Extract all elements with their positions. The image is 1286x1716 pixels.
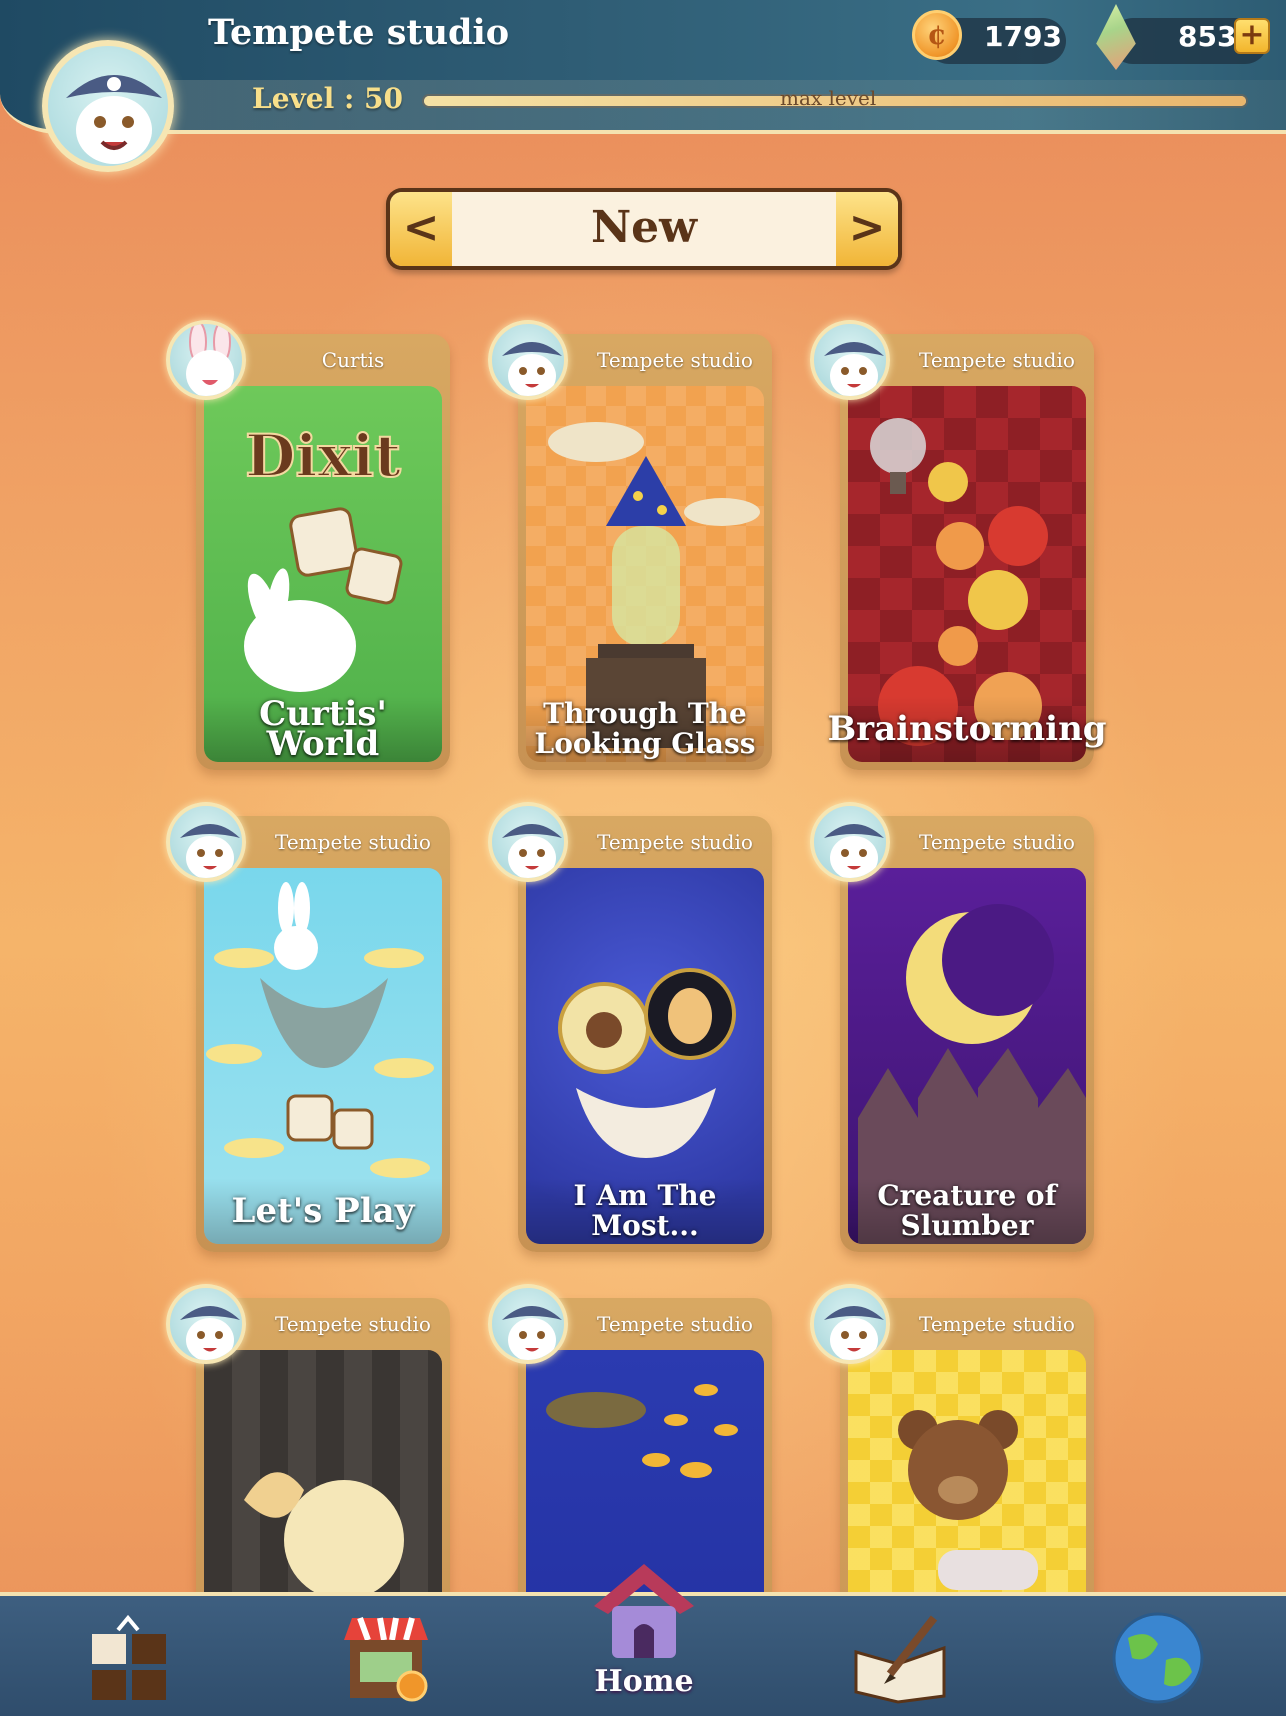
- player-name: Tempete studio: [208, 12, 510, 53]
- card-title: Creature of Slumber: [848, 1178, 1086, 1244]
- category-selector: < New >: [386, 188, 902, 270]
- coin-icon: ¢: [912, 10, 962, 60]
- next-category-button[interactable]: >: [836, 192, 898, 266]
- author-avatar: [488, 1284, 568, 1364]
- max-level-label: max level: [780, 86, 877, 110]
- player-level: Level : 50: [252, 82, 404, 115]
- author-avatar: [488, 320, 568, 400]
- journal-icon[interactable]: [850, 1612, 950, 1708]
- author-avatar: [166, 802, 246, 882]
- card-title: Curtis' World: [204, 696, 442, 762]
- profile-header: [0, 0, 1286, 134]
- author-avatar: [810, 1284, 890, 1364]
- home-label: Home: [594, 1664, 694, 1699]
- card-i-am-the-most[interactable]: Tempete studio I Am The Most...: [488, 802, 772, 1252]
- buy-gems-button[interactable]: +: [1234, 18, 1270, 54]
- card-brainstorming[interactable]: Tempete studio Brainstorming: [810, 320, 1107, 770]
- coins-value: 1793: [984, 20, 1062, 53]
- card-title: Brainstorming: [827, 696, 1107, 762]
- card-title: I Am The Most...: [526, 1178, 764, 1244]
- previous-category-button[interactable]: <: [390, 192, 452, 266]
- author-avatar: [488, 802, 568, 882]
- card-curtis-world[interactable]: Curtis Dixit Curtis' World: [166, 320, 450, 770]
- player-avatar[interactable]: [42, 40, 174, 172]
- home-icon[interactable]: [584, 1556, 704, 1670]
- pirate-cat-avatar-icon: [66, 75, 162, 164]
- author-avatar: [166, 1284, 246, 1364]
- curtis-bunny-avatar: [166, 320, 246, 400]
- card-lets-play[interactable]: Tempete studio Let's Play: [166, 802, 450, 1252]
- author-avatar: [810, 320, 890, 400]
- card-title: Through The Looking Glass: [526, 696, 764, 762]
- globe-icon[interactable]: [1108, 1608, 1208, 1712]
- collection-icon[interactable]: [88, 1612, 170, 1708]
- gems-value: 853: [1178, 20, 1237, 53]
- card-through-the-looking-glass[interactable]: Tempete studio Through The Looking Glass: [488, 320, 772, 770]
- dixit-logo-text: Dixit: [245, 422, 401, 490]
- shop-icon[interactable]: [336, 1608, 436, 1712]
- card-creature-of-slumber[interactable]: Tempete studio Creature of Slumber: [810, 802, 1094, 1252]
- card-title: Let's Play: [204, 1178, 442, 1244]
- category-title: New: [590, 202, 698, 253]
- author-avatar: [810, 802, 890, 882]
